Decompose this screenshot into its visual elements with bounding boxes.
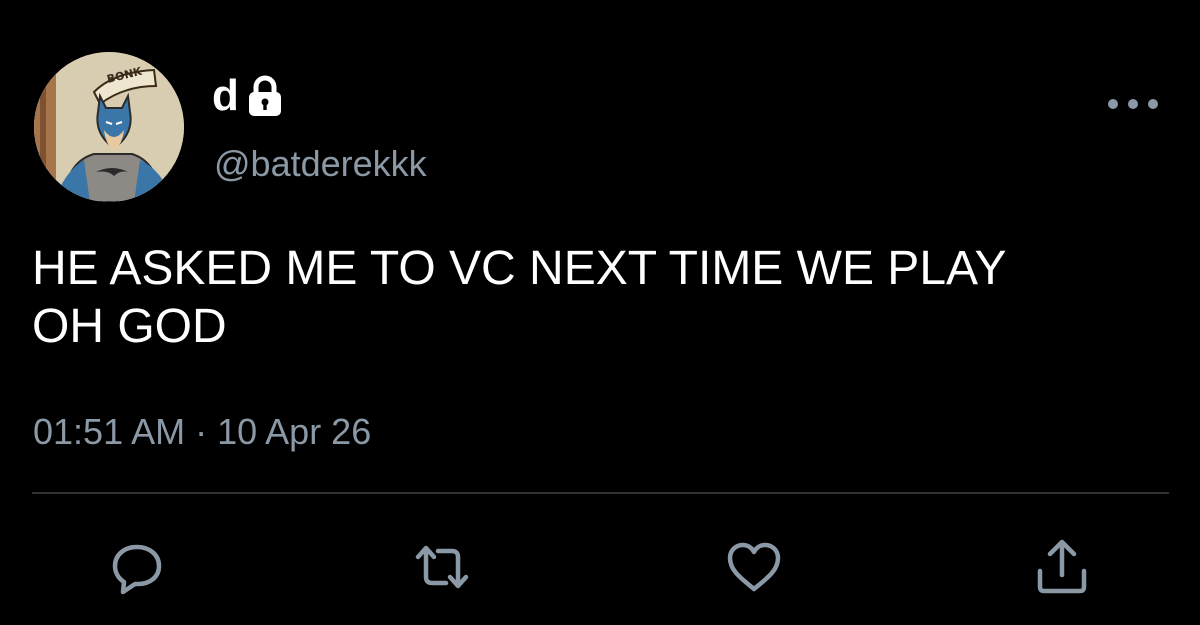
reply-icon [112,544,162,595]
divider [32,492,1169,494]
display-name-row: d [212,70,283,122]
tweet: BONK d @batderekkk HE ASKED ME TO VC NEX… [0,0,1200,625]
tweet-timestamp[interactable]: 01:51 AM · 10 Apr 26 [33,410,371,454]
heart-icon [727,542,781,592]
display-name[interactable]: d [212,70,239,122]
avatar[interactable]: BONK [34,52,184,202]
more-dot [1128,99,1138,109]
more-dot [1108,99,1118,109]
reply-button[interactable] [107,537,167,597]
share-icon [1037,539,1087,594]
like-button[interactable] [724,537,784,597]
share-button[interactable] [1032,537,1092,597]
user-handle[interactable]: @batderekkk [214,142,427,186]
retweet-button[interactable] [412,537,472,597]
retweet-icon [415,545,469,589]
more-dot [1148,99,1158,109]
tweet-text: HE ASKED ME TO VC NEXT TIME WE PLAY OH G… [32,242,1007,353]
lock-icon [247,75,283,117]
more-options-icon[interactable] [1108,90,1158,118]
avatar-image: BONK [34,52,184,202]
